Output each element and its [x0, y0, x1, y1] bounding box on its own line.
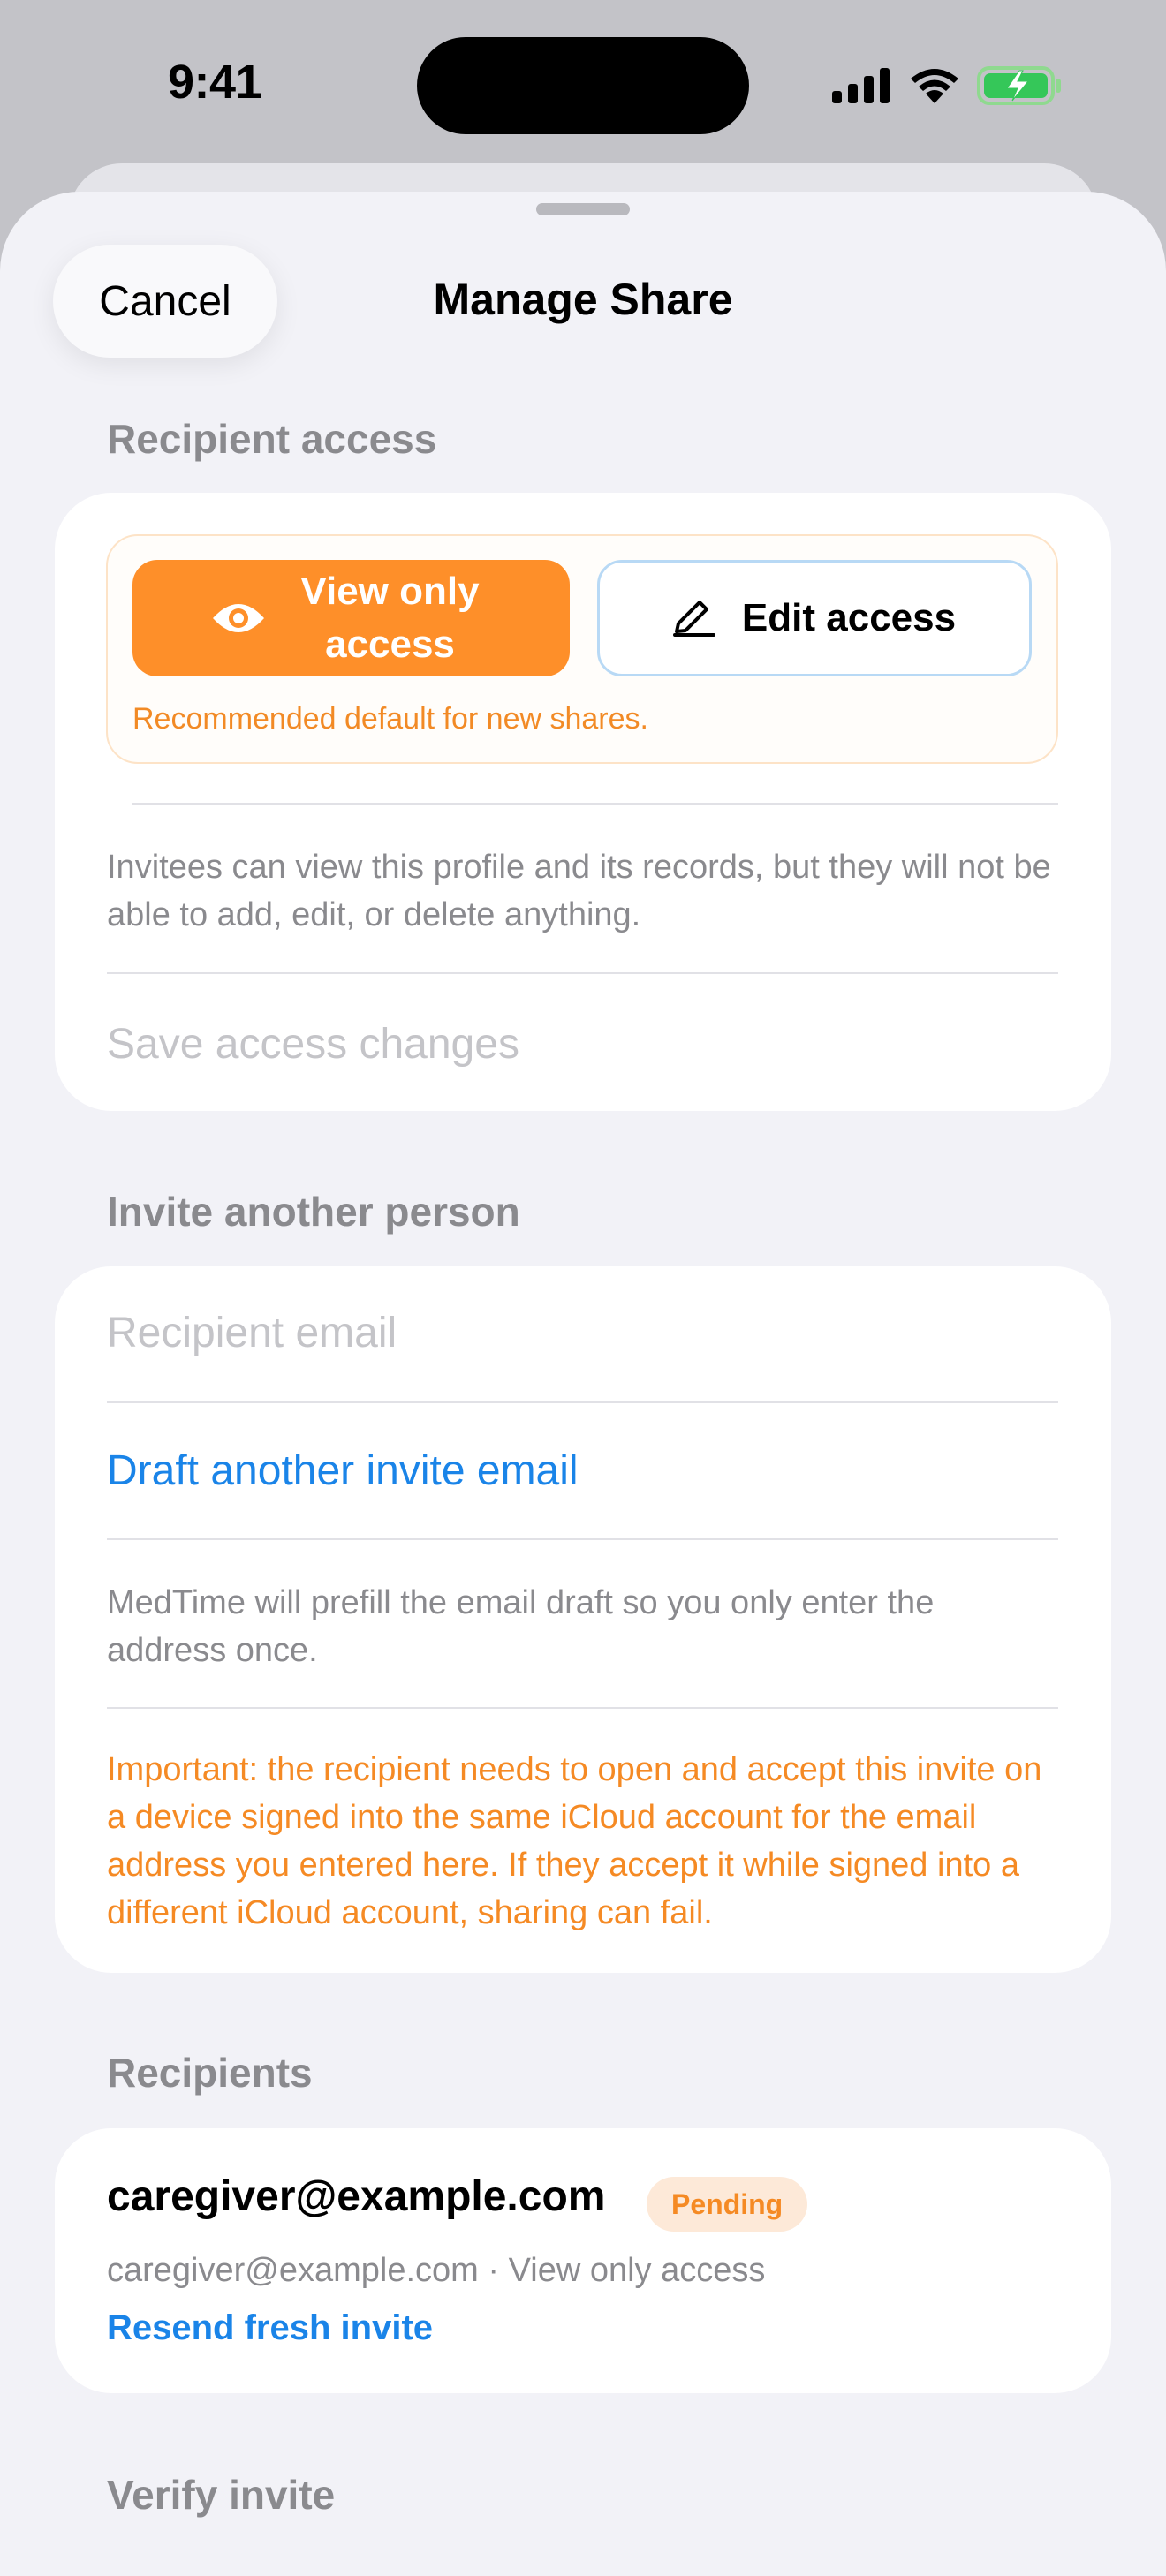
divider: [107, 972, 1058, 974]
wifi-icon: [911, 69, 958, 103]
edit-access-label: Edit access: [741, 596, 957, 639]
eye-icon: [212, 604, 264, 632]
section-label-recipient-access: Recipient access: [107, 416, 437, 462]
status-icons: [832, 65, 1062, 106]
recipient-email-input[interactable]: Recipient email: [107, 1309, 397, 1357]
divider: [132, 803, 1058, 805]
recipient-detail: caregiver@example.com · View only access: [107, 2252, 766, 2289]
section-label-verify-invite: Verify invite: [107, 2472, 336, 2518]
cellular-signal-icon: [832, 68, 890, 103]
recipient-email: caregiver@example.com: [107, 2173, 606, 2220]
divider: [107, 1707, 1058, 1709]
sheet-grabber[interactable]: [536, 203, 630, 215]
save-access-changes-button[interactable]: Save access changes: [107, 1020, 519, 1069]
status-time: 9:41: [168, 56, 262, 109]
icloud-warning: Important: the recipient needs to open a…: [107, 1751, 1042, 1931]
dynamic-island: [417, 37, 749, 134]
resend-invite-link[interactable]: Resend fresh invite: [107, 2308, 433, 2348]
draft-invite-email-link[interactable]: Draft another invite email: [107, 1447, 579, 1495]
page-title: Manage Share: [433, 275, 733, 324]
divider: [107, 1538, 1058, 1540]
battery-icon: [977, 66, 1061, 105]
view-only-access-button[interactable]: View only access: [132, 560, 570, 676]
section-label-recipients: Recipients: [107, 2050, 313, 2096]
status-badge: Pending: [647, 2177, 808, 2232]
access-hint: Recommended default for new shares.: [132, 702, 648, 736]
prefill-note: MedTime will prefill the email draft so …: [107, 1584, 935, 1669]
view-only-access-label: View only access: [300, 570, 480, 666]
divider: [107, 1401, 1058, 1403]
section-label-invite: Invite another person: [107, 1189, 520, 1235]
access-description: Invitees can view this profile and its r…: [107, 849, 1051, 933]
pencil-icon: [672, 601, 716, 637]
edit-access-button[interactable]: Edit access: [597, 560, 1032, 676]
